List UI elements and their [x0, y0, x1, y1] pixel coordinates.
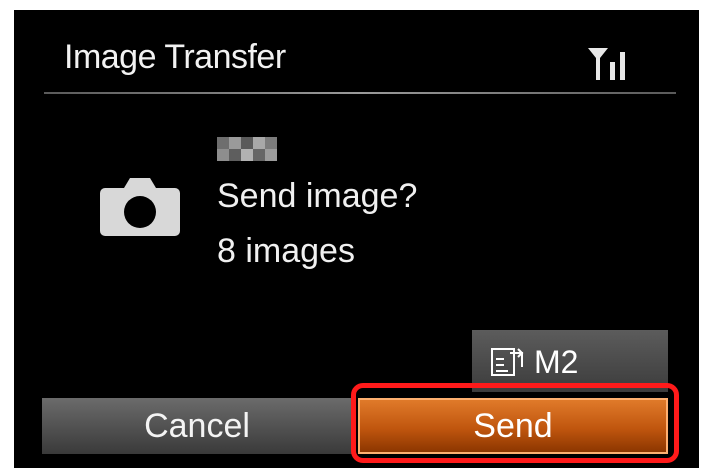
image-count: 8 images [217, 232, 355, 270]
cancel-button-label: Cancel [144, 406, 250, 445]
resize-badge: M2 [472, 330, 668, 392]
send-button-label: Send [473, 406, 553, 445]
resize-label: M2 [534, 344, 579, 380]
screen-title: Image Transfer [64, 38, 286, 76]
camera-screen: Image Transfer Send image? 8 images M2 C… [14, 10, 699, 468]
send-question: Send image? [217, 177, 418, 215]
wifi-signal-icon [588, 48, 625, 80]
camera-icon [100, 178, 180, 236]
resize-icon [491, 348, 524, 376]
cancel-button[interactable]: Cancel [42, 398, 352, 454]
header-divider [44, 92, 676, 94]
device-name-redacted [217, 137, 277, 163]
send-button[interactable]: Send [358, 398, 668, 454]
